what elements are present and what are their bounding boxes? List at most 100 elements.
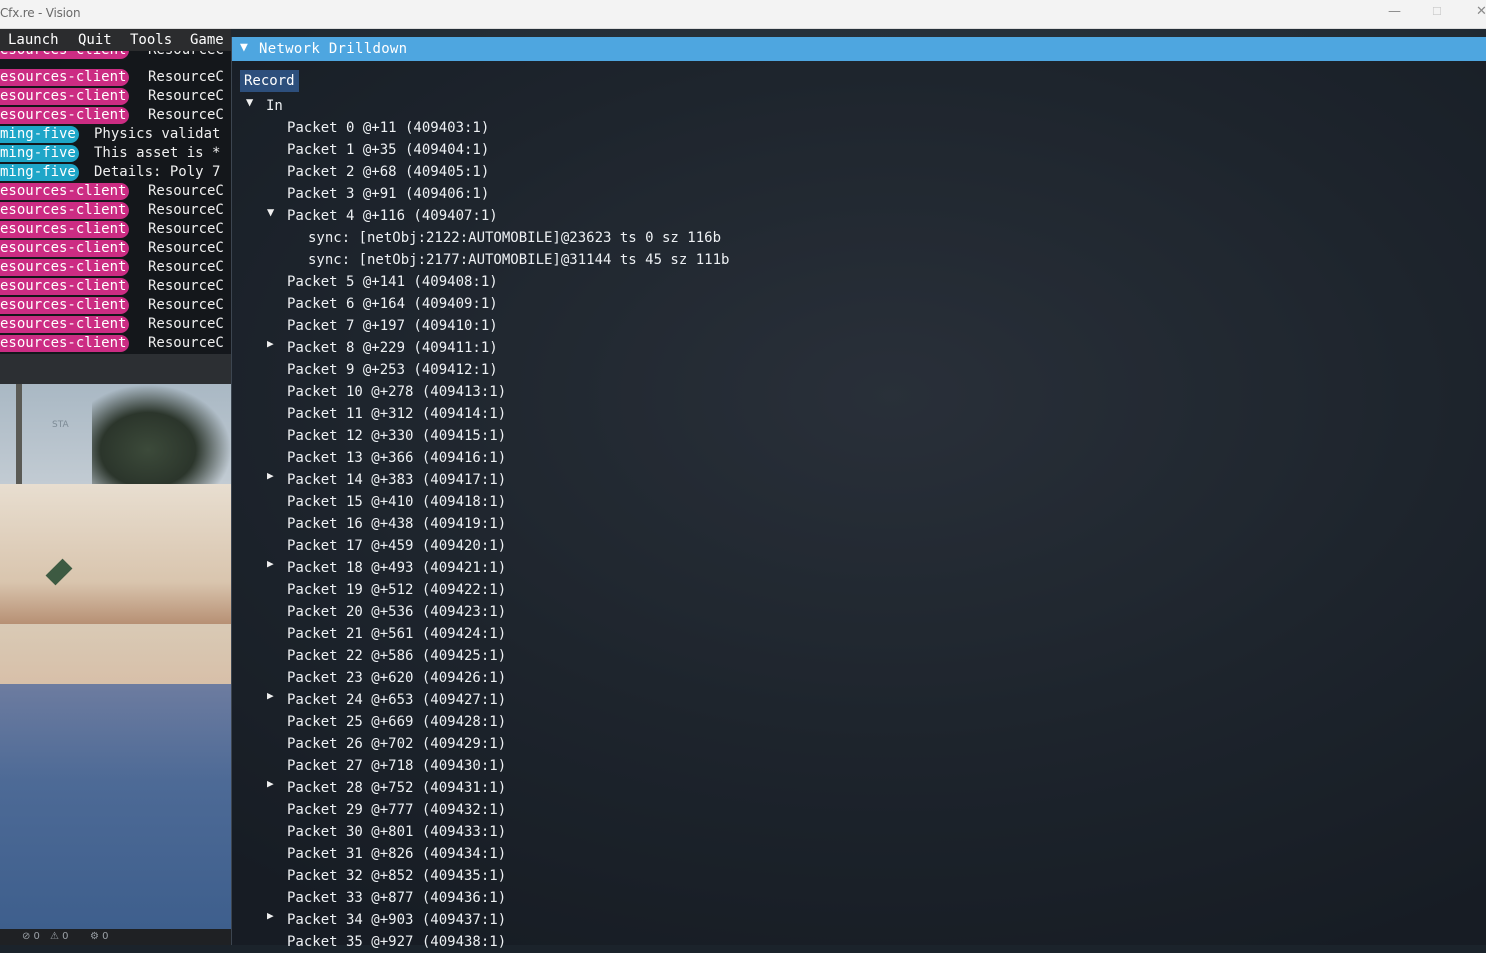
log-message: ResourceC	[148, 335, 224, 351]
log-tag: esources-client	[0, 259, 130, 276]
caret-down-icon[interactable]: ▼	[267, 205, 281, 219]
caret-right-icon[interactable]: ▶	[267, 689, 281, 702]
log-message: ResourceC	[148, 297, 224, 313]
menu-game[interactable]: Game	[190, 32, 224, 48]
packet-row[interactable]: Packet 24 @+653 (409427:1)	[287, 689, 506, 711]
packet-row[interactable]: Packet 6 @+164 (409409:1)	[287, 293, 498, 315]
log-message: ResourceC	[148, 202, 224, 218]
log-message: Physics validat	[94, 126, 221, 142]
packet-row[interactable]: Packet 10 @+278 (409413:1)	[287, 381, 506, 403]
packet-row[interactable]: Packet 3 @+91 (409406:1)	[287, 183, 489, 205]
log-tag: esources-client	[0, 202, 130, 219]
log-tag: esources-client	[0, 297, 130, 314]
panel-header[interactable]: ▼ Network Drilldown	[232, 37, 1486, 61]
log-row-partial: esources-client ResourceC	[0, 51, 231, 60]
status-settings[interactable]: ⚙ 0	[90, 931, 109, 942]
caret-right-icon[interactable]: ▶	[267, 469, 281, 482]
log-tag: ming-five	[0, 145, 79, 162]
log-row: ming-five Details: Poly 7	[0, 163, 231, 182]
network-drilldown-panel: ▼ Network Drilldown Record In ▼ Packet 0 @…	[231, 37, 1486, 950]
log-row: esources-client ResourceC	[0, 277, 231, 296]
packet-row[interactable]: Packet 30 @+801 (409433:1)	[287, 821, 506, 843]
packet-row[interactable]: Packet 11 @+312 (409414:1)	[287, 403, 506, 425]
log-message: ResourceC	[148, 69, 224, 85]
packet-row[interactable]: Packet 29 @+777 (409432:1)	[287, 799, 506, 821]
packet-row[interactable]: Packet 28 @+752 (409431:1)	[287, 777, 506, 799]
packet-row[interactable]: Packet 13 @+366 (409416:1)	[287, 447, 506, 469]
log-row: esources-client ResourceC	[0, 296, 231, 315]
packet-row[interactable]: Packet 5 @+141 (409408:1)	[287, 271, 498, 293]
packet-row[interactable]: Packet 14 @+383 (409417:1)	[287, 469, 506, 491]
log-tag: esources-client	[0, 240, 130, 257]
packet-row[interactable]: Packet 17 @+459 (409420:1)	[287, 535, 506, 557]
caret-right-icon[interactable]: ▶	[267, 557, 281, 570]
minimize-icon[interactable]: —	[1388, 4, 1401, 19]
menu-quit[interactable]: Quit	[78, 32, 112, 48]
log-message: ResourceC	[148, 183, 224, 199]
packet-row[interactable]: Packet 25 @+669 (409428:1)	[287, 711, 506, 733]
packet-row[interactable]: Packet 20 @+536 (409423:1)	[287, 601, 506, 623]
log-message: This asset is *	[94, 145, 221, 161]
log-tag: esources-client	[0, 221, 130, 238]
log-message: ResourceC	[148, 221, 224, 237]
log-row: esources-client ResourceC	[0, 334, 231, 353]
window-titlebar: Cfx.re - Vision — ☐ ✕	[0, 0, 1486, 29]
packet-row[interactable]: Packet 15 @+410 (409418:1)	[287, 491, 506, 513]
console-log[interactable]: esources-client ResourceC esources-clien…	[0, 51, 231, 354]
log-tag: esources-client	[0, 316, 130, 333]
log-tag: ming-five	[0, 164, 79, 181]
packet-row[interactable]: Packet 1 @+35 (409404:1)	[287, 139, 489, 161]
packet-row[interactable]: Packet 27 @+718 (409430:1)	[287, 755, 506, 777]
packet-row[interactable]: Packet 7 @+197 (409410:1)	[287, 315, 498, 337]
packet-row[interactable]: Packet 19 @+512 (409422:1)	[287, 579, 506, 601]
caret-right-icon[interactable]: ▶	[267, 909, 281, 922]
menu-launch[interactable]: Launch	[8, 32, 59, 48]
packet-row[interactable]: Packet 32 @+852 (409435:1)	[287, 865, 506, 887]
caret-right-icon[interactable]: ▶	[267, 777, 281, 790]
status-bar: ⊘ 0 ⚠ 0 ⚙ 0	[0, 929, 231, 945]
log-message: Details: Poly 7	[94, 164, 221, 180]
packet-row[interactable]: Packet 35 @+927 (409438:1)	[287, 931, 506, 953]
close-icon[interactable]: ✕	[1476, 4, 1486, 19]
packet-row[interactable]: Packet 12 @+330 (409415:1)	[287, 425, 506, 447]
log-tag: esources-client	[0, 88, 130, 105]
console-divider	[0, 354, 231, 384]
log-row: esources-client ResourceC	[0, 258, 231, 277]
collapse-arrow-icon[interactable]: ▼	[240, 40, 248, 55]
panel-title: Network Drilldown	[259, 41, 408, 57]
log-tag: esources-client	[0, 69, 130, 86]
log-message: ResourceC	[148, 107, 224, 123]
packet-row[interactable]: Packet 16 @+438 (409419:1)	[287, 513, 506, 535]
road-surface	[0, 684, 231, 929]
log-tag: esources-client	[0, 183, 130, 200]
packet-row[interactable]: Packet 23 @+620 (409426:1)	[287, 667, 506, 689]
packet-row[interactable]: Packet 18 @+493 (409421:1)	[287, 557, 506, 579]
caret-right-icon[interactable]: ▶	[267, 337, 281, 350]
log-message: ResourceC	[148, 278, 224, 294]
log-row: esources-client ResourceC	[0, 182, 231, 201]
packet-row[interactable]: Packet 22 @+586 (409425:1)	[287, 645, 506, 667]
record-button[interactable]: Record	[240, 70, 299, 92]
packet-row[interactable]: Packet 0 @+11 (409403:1)	[287, 117, 489, 139]
palm-tree	[92, 384, 231, 494]
maximize-icon[interactable]: ☐	[1432, 5, 1442, 18]
log-row: ming-five Physics validat	[0, 125, 231, 144]
log-row: esources-client ResourceC	[0, 87, 231, 106]
packet-row[interactable]: Packet 34 @+903 (409437:1)	[287, 909, 506, 931]
tree-node-in[interactable]: In	[266, 95, 283, 117]
packet-row[interactable]: Packet 9 @+253 (409412:1)	[287, 359, 498, 381]
log-row: ming-five This asset is *	[0, 144, 231, 163]
log-message: ResourceC	[148, 88, 224, 104]
packet-row[interactable]: Packet 26 @+702 (409429:1)	[287, 733, 506, 755]
caret-down-icon[interactable]: ▼	[246, 95, 260, 109]
packet-row[interactable]: Packet 21 @+561 (409424:1)	[287, 623, 506, 645]
sync-entry: sync: [netObj:2177:AUTOMOBILE]@31144 ts …	[308, 252, 730, 268]
packet-row[interactable]: Packet 33 @+877 (409436:1)	[287, 887, 506, 909]
log-message: ResourceC	[148, 51, 224, 59]
packet-row[interactable]: Packet 2 @+68 (409405:1)	[287, 161, 489, 183]
log-row: esources-client ResourceC	[0, 220, 231, 239]
menu-tools[interactable]: Tools	[130, 32, 172, 48]
packet-row[interactable]: Packet 31 @+826 (409434:1)	[287, 843, 506, 865]
packet-row[interactable]: Packet 4 @+116 (409407:1)	[287, 205, 498, 227]
packet-row[interactable]: Packet 8 @+229 (409411:1)	[287, 337, 498, 359]
